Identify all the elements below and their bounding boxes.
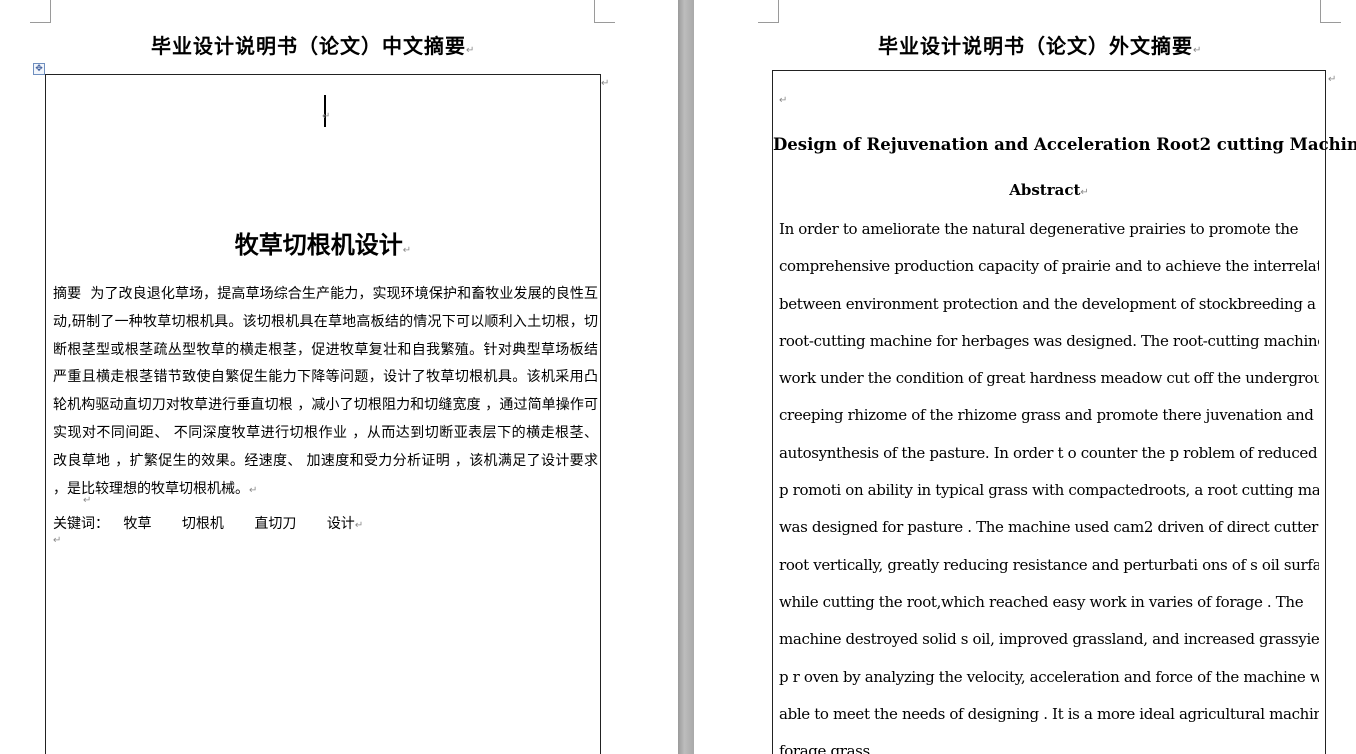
abstract-line: p romoti on ability in typical grass wit… xyxy=(779,481,1319,500)
keywords-line: 关键词： 牧草 切根机 直切刀 设计↵ xyxy=(53,516,364,532)
abstract-line: was designed for pasture . The machine u… xyxy=(779,518,1319,537)
abstract-line: while cutting the root,which reached eas… xyxy=(779,592,1304,611)
crop-mark xyxy=(758,0,779,23)
table-move-handle-icon[interactable]: ✥ xyxy=(33,63,45,75)
abstract-heading: Abstract↵ xyxy=(1009,181,1089,199)
abstract-line: able to meet the needs of designing . It… xyxy=(779,704,1319,723)
paragraph-mark: ↵ xyxy=(779,95,788,106)
page-gutter xyxy=(678,0,694,754)
paragraph-mark: ↵ xyxy=(83,495,92,506)
page-header: 毕业设计说明书（论文）中文摘要↵ xyxy=(151,34,476,58)
paragraph-mark: ↵ xyxy=(322,111,331,122)
crop-mark xyxy=(30,0,51,23)
abstract-line: creeping rhizome of the rhizome grass an… xyxy=(779,406,1314,425)
chinese-abstract[interactable]: 摘要 为了改良退化草场，提高草场综合生产能力，实现环境保护和畜牧业发展的良性互动… xyxy=(53,281,598,504)
paragraph-mark: ↵ xyxy=(53,535,62,546)
english-title: Design of Rejuvenation and Acceleration … xyxy=(773,135,1356,154)
abstract-line: root vertically, greatly reducing resist… xyxy=(779,555,1319,574)
abstract-line: forage grass . xyxy=(779,742,879,754)
cell-end-mark: ↵ xyxy=(601,78,610,89)
abstract-text: 为了改良退化草场，提高草场综合生产能力，实现环境保护和畜牧业发展的良性互动,研制… xyxy=(53,286,599,497)
cell-end-mark: ↵ xyxy=(1328,74,1337,85)
abstract-table: ↵ 牧草切根机设计↵ 摘要 为了改良退化草场，提高草场综合生产能力，实现环境保护… xyxy=(45,74,601,754)
abstract-table: ↵ Design of Rejuvenation and Acceleratio… xyxy=(772,70,1356,754)
crop-mark xyxy=(1320,0,1341,23)
left-page: 毕业设计说明书（论文）中文摘要↵ ✥ ↵ 牧草切根机设计↵ 摘要 为了改良退化草… xyxy=(0,0,678,754)
page-header: 毕业设计说明书（论文）外文摘要↵ xyxy=(878,34,1203,58)
keyword: 切根机 xyxy=(181,516,224,532)
keywords-label: 关键词： xyxy=(53,516,109,532)
abstract-line: machine destroyed solid s oil, improved … xyxy=(779,630,1319,649)
english-abstract[interactable]: In order to ameliorate the natural degen… xyxy=(779,211,1319,754)
abstract-line: comprehensive production capacity of pra… xyxy=(779,257,1319,276)
keyword: 牧草 xyxy=(123,516,152,532)
abstract-line: p r oven by analyzing the velocity, acce… xyxy=(779,667,1319,686)
abstract-label: 摘要 xyxy=(53,286,82,302)
keyword: 直切刀 xyxy=(254,516,297,532)
right-page: 毕业设计说明书（论文）外文摘要↵ ↵ Design of Rejuvenatio… xyxy=(694,0,1356,754)
abstract-line: work under the condition of great hardne… xyxy=(779,369,1319,388)
crop-mark xyxy=(594,0,615,23)
abstract-line: between environment protection and the d… xyxy=(779,294,1319,313)
thesis-title: 牧草切根机设计↵ xyxy=(234,231,412,259)
abstract-line: autosynthesis of the pasture. In order t… xyxy=(779,443,1319,462)
keyword: 设计 xyxy=(326,516,355,532)
abstract-line: root-cutting machine for herbages was de… xyxy=(779,331,1319,350)
abstract-line: In order to ameliorate the natural degen… xyxy=(779,220,1299,238)
